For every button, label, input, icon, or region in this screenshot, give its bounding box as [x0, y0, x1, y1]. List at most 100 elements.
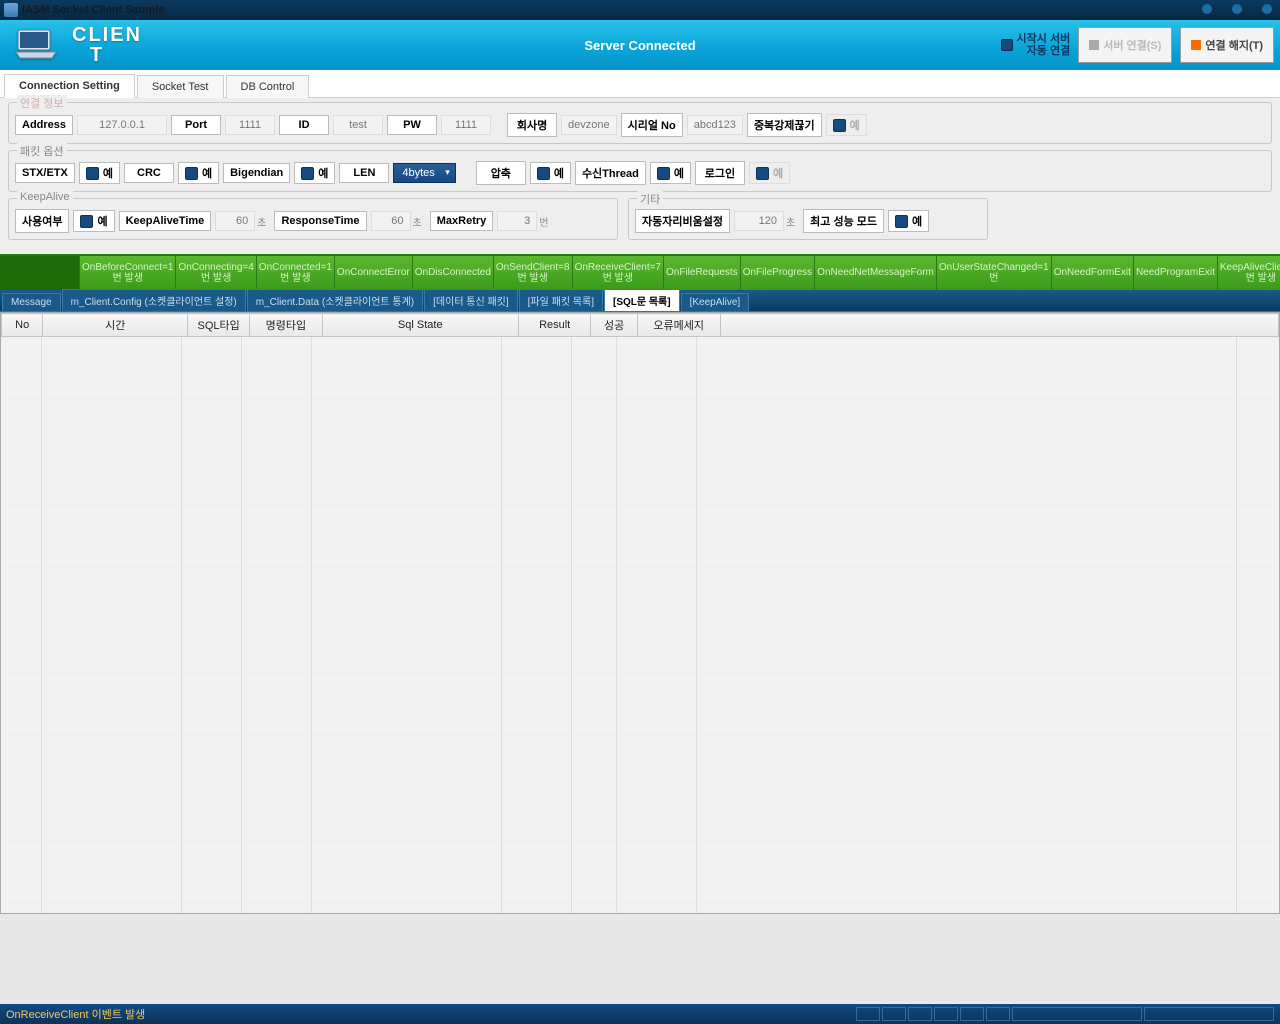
grid-column-header[interactable]: 시간 [43, 314, 188, 337]
autoempty-input[interactable]: 120 [734, 211, 784, 231]
event-cell: OnNeedFormExit [1052, 256, 1134, 290]
grid-column-header[interactable]: No [2, 314, 43, 337]
app-brand: CLIENT [72, 25, 122, 65]
id-label: ID [279, 115, 329, 135]
window-min-icon[interactable] [1202, 4, 1212, 14]
id-input[interactable]: test [333, 115, 383, 135]
grid-body[interactable] [1, 337, 1279, 914]
legend-keepalive: KeepAlive [17, 191, 73, 203]
company-input[interactable]: devzone [561, 115, 617, 135]
event-cell: OnUserStateChanged=1번 [937, 256, 1052, 290]
subtab[interactable]: [데이터 통신 패킷] [424, 289, 518, 311]
event-counters: OnBeforeConnect=1번 발생OnConnecting=4번 발생O… [0, 254, 1280, 290]
subtab[interactable]: [KeepAlive] [681, 293, 750, 311]
login-label: 로그인 [695, 161, 745, 185]
tab-db-control[interactable]: DB Control [226, 75, 310, 98]
grid-column-header[interactable]: SQL타입 [188, 314, 250, 337]
connection-status: Server Connected [584, 38, 695, 53]
status-bar: OnReceiveClient 이벤트 발생 [0, 1004, 1280, 1024]
maxretry-input[interactable]: 3 [497, 211, 537, 231]
checkbox-icon [1001, 39, 1013, 51]
port-label: Port [171, 115, 221, 135]
grid-column-header[interactable]: 성공 [591, 314, 638, 337]
compress-label: 압축 [476, 161, 526, 185]
len-select[interactable]: 4bytes [393, 163, 455, 183]
fieldset-keepalive: KeepAlive 사용여부 예 KeepAliveTime 60초 Respo… [8, 198, 618, 240]
event-cell: OnBeforeConnect=1번 발생 [80, 256, 176, 290]
legend-connection: 연결 정보 [17, 95, 67, 111]
window-controls [1202, 4, 1272, 14]
recvthread-toggle[interactable]: 예 [650, 162, 691, 184]
login-toggle[interactable]: 예 [749, 162, 790, 184]
port-input[interactable]: 1111 [225, 115, 275, 135]
grid-column-header[interactable]: Result [518, 314, 590, 337]
serial-label: 시리얼 No [621, 113, 683, 137]
window-close-icon[interactable] [1262, 4, 1272, 14]
autoempty-label: 자동자리비움설정 [635, 209, 730, 233]
grid-column-header[interactable]: 오류메세지 [637, 314, 720, 337]
bigendian-label: Bigendian [223, 163, 290, 183]
bigendian-toggle[interactable]: 예 [294, 162, 335, 184]
crc-toggle[interactable]: 예 [178, 162, 219, 184]
subtab[interactable]: Message [2, 293, 61, 311]
compress-toggle[interactable]: 예 [530, 162, 571, 184]
window-max-icon[interactable] [1232, 4, 1242, 14]
event-cell: OnFileProgress [741, 256, 815, 290]
subtab[interactable]: m_Client.Data (소켓클라이언트 통계) [247, 289, 423, 311]
legend-etc: 기타 [637, 191, 663, 207]
keepalivetime-input[interactable]: 60 [215, 211, 255, 231]
window-titlebar: IASM Socket Client Sample [0, 0, 1280, 20]
subtab[interactable]: [파일 패킷 목록] [519, 289, 603, 311]
app-icon [4, 3, 18, 17]
event-cell: NeedProgramExit [1134, 256, 1218, 290]
sql-grid[interactable]: No시간SQL타입명령타입Sql StateResult성공오류메세지 [0, 312, 1280, 914]
pw-input[interactable]: 1111 [441, 115, 491, 135]
dup-disconnect-toggle[interactable]: 예 [826, 114, 867, 136]
dup-disconnect-label: 중복강제끊기 [747, 113, 822, 137]
perfmode-label: 최고 성능 모드 [803, 209, 884, 233]
keepalive-use-label: 사용여부 [15, 209, 69, 233]
auto-connect-toggle[interactable]: 시작시 서버 자동 연결 [1001, 33, 1071, 57]
stx-label: STX/ETX [15, 163, 75, 183]
perfmode-toggle[interactable]: 예 [888, 210, 929, 232]
legend-packet: 패킷 옵션 [17, 143, 67, 159]
pw-label: PW [387, 115, 437, 135]
address-input[interactable]: 127.0.0.1 [77, 115, 167, 135]
grid-column-header[interactable] [720, 314, 1278, 337]
connect-icon [1089, 40, 1099, 50]
status-cells [856, 1007, 1274, 1021]
tab-socket-test[interactable]: Socket Test [137, 75, 224, 98]
app-header: CLIENT Server Connected 시작시 서버 자동 연결 서버 … [0, 20, 1280, 70]
log-tabs: Messagem_Client.Config (소켓클라이언트 설정)m_Cli… [0, 290, 1280, 312]
main-tabs: Connection SettingSocket TestDB Control [0, 70, 1280, 98]
disconnect-icon [1191, 40, 1201, 50]
keepalivetime-label: KeepAliveTime [119, 211, 212, 231]
fieldset-etc: 기타 자동자리비움설정 120초 최고 성능 모드 예 [628, 198, 988, 240]
event-cell: OnConnecting=4번 발생 [176, 256, 256, 290]
logo-icon [6, 25, 66, 65]
server-connect-button[interactable]: 서버 연결(S) [1078, 27, 1172, 63]
company-label: 회사명 [507, 113, 557, 137]
maxretry-label: MaxRetry [430, 211, 494, 231]
event-cell [0, 256, 80, 290]
crc-label: CRC [124, 163, 174, 183]
window-title: IASM Socket Client Sample [22, 4, 164, 16]
event-cell: OnReceiveClient=7번 발생 [573, 256, 664, 290]
responsetime-input[interactable]: 60 [371, 211, 411, 231]
fieldset-connection: 연결 정보 Address 127.0.0.1 Port 1111 ID tes… [8, 102, 1272, 144]
subtab[interactable]: m_Client.Config (소켓클라이언트 설정) [62, 289, 246, 311]
stx-toggle[interactable]: 예 [79, 162, 120, 184]
keepalive-use-toggle[interactable]: 예 [73, 210, 114, 232]
status-message: OnReceiveClient 이벤트 발생 [6, 1006, 145, 1022]
grid-column-header[interactable]: Sql State [322, 314, 518, 337]
event-cell: OnNeedNetMessageForm [815, 256, 937, 290]
subtab[interactable]: [SQL문 목록] [604, 289, 680, 311]
grid-column-header[interactable]: 명령타입 [250, 314, 322, 337]
event-cell: OnConnected=1번 발생 [257, 256, 335, 290]
event-cell: OnConnectError [335, 256, 413, 290]
event-cell: OnDisConnected [413, 256, 494, 290]
address-label: Address [15, 115, 73, 135]
serial-input[interactable]: abcd123 [687, 115, 743, 135]
responsetime-label: ResponseTime [274, 211, 366, 231]
server-disconnect-button[interactable]: 연결 해지(T) [1180, 27, 1274, 63]
